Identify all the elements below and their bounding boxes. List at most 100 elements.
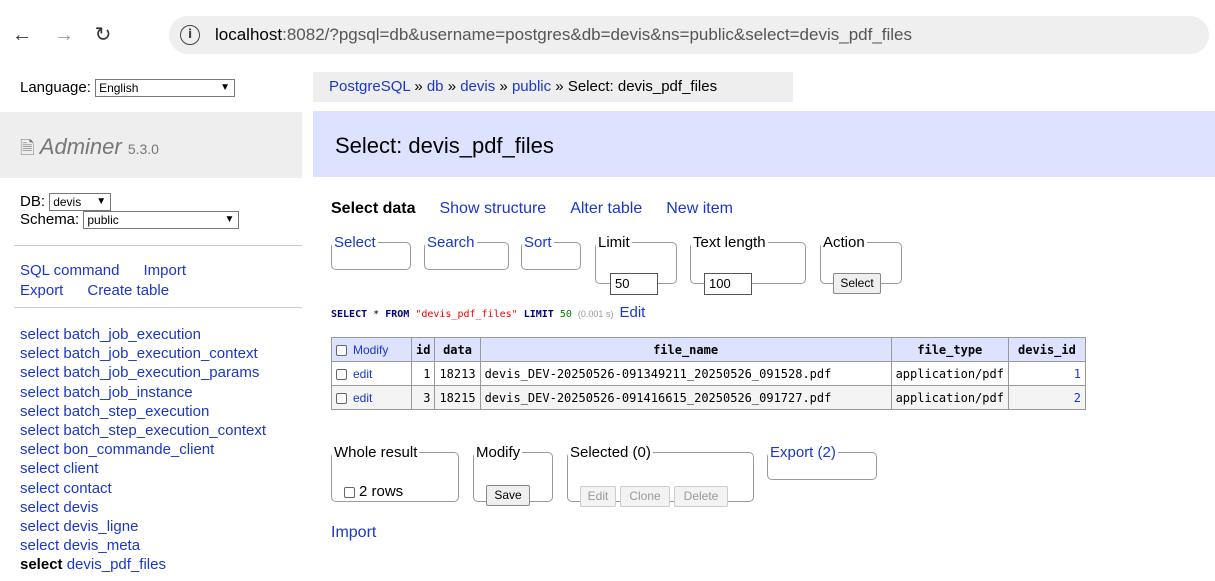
- sidebar-item-client[interactable]: select client: [20, 459, 302, 478]
- sql-keyword: SELECT: [331, 309, 368, 320]
- select-fieldset[interactable]: Select: [331, 234, 411, 270]
- language-select[interactable]: English ▼: [95, 79, 236, 98]
- back-icon[interactable]: ←: [10, 22, 34, 48]
- breadcrumb-public[interactable]: public: [512, 78, 551, 95]
- adminer-logo[interactable]: 🗎 Adminer 5.3.0: [20, 134, 159, 166]
- export-link[interactable]: Export: [20, 282, 63, 299]
- select-link[interactable]: select: [20, 326, 59, 343]
- edit-row-link[interactable]: edit: [353, 367, 372, 381]
- devis-id-link[interactable]: 2: [1074, 391, 1081, 405]
- edit-selected-button[interactable]: Edit: [580, 486, 616, 507]
- select-link[interactable]: select: [20, 480, 59, 497]
- page-header: Select: devis_pdf_files: [313, 111, 1215, 177]
- select-link[interactable]: select: [20, 441, 59, 458]
- reload-icon[interactable]: ↻: [91, 22, 115, 48]
- table-name-link[interactable]: client: [63, 460, 98, 477]
- table-name-link[interactable]: batch_job_instance: [63, 384, 192, 401]
- schema-select[interactable]: public ▼: [83, 211, 240, 230]
- select-button[interactable]: Select: [833, 273, 881, 294]
- delete-button[interactable]: Delete: [674, 486, 728, 507]
- select-link[interactable]: select: [20, 364, 59, 381]
- sidebar-item-devis-meta[interactable]: select devis_meta: [20, 536, 302, 555]
- table-name-link[interactable]: contact: [63, 480, 111, 497]
- table-name-link[interactable]: batch_step_execution: [63, 403, 209, 420]
- select-link[interactable]: select: [20, 556, 63, 573]
- column-header-file-type[interactable]: file_type: [917, 343, 982, 357]
- select-link[interactable]: select: [20, 537, 59, 554]
- column-header-id[interactable]: id: [416, 343, 430, 357]
- export-link[interactable]: Export (2): [770, 444, 836, 461]
- sql-command-link[interactable]: SQL command: [20, 262, 120, 279]
- table-name-link[interactable]: bon_commande_client: [63, 441, 214, 458]
- column-header-data[interactable]: data: [443, 343, 472, 357]
- db-select[interactable]: devis ▼: [49, 193, 112, 212]
- select-link[interactable]: select: [20, 403, 59, 420]
- clone-button[interactable]: Clone: [620, 486, 670, 507]
- sidebar-item-batch-job-execution[interactable]: select batch_job_execution: [20, 325, 302, 344]
- import-link[interactable]: Import: [144, 262, 187, 279]
- table-name-link[interactable]: batch_job_execution: [63, 326, 201, 343]
- column-header-devis-id[interactable]: devis_id: [1018, 343, 1076, 357]
- select-link[interactable]: select: [20, 499, 59, 516]
- import-data-link[interactable]: Import: [331, 524, 376, 542]
- sidebar-item-batch-job-instance[interactable]: select batch_job_instance: [20, 383, 302, 402]
- create-table-link[interactable]: Create table: [87, 282, 169, 299]
- sort-fieldset[interactable]: Sort: [521, 234, 581, 270]
- breadcrumb-db[interactable]: db: [427, 78, 444, 95]
- url-text[interactable]: localhost:8082/?pgsql=db&username=postgr…: [215, 25, 912, 45]
- select-link[interactable]: select: [20, 345, 59, 362]
- select-link[interactable]: select: [20, 384, 59, 401]
- sidebar-item-contact[interactable]: select contact: [20, 479, 302, 498]
- search-fieldset[interactable]: Search: [424, 234, 509, 270]
- tab-alter-table[interactable]: Alter table: [570, 200, 642, 217]
- export-fieldset[interactable]: Export (2): [767, 444, 877, 480]
- row-checkbox[interactable]: [336, 392, 347, 404]
- address-bar[interactable]: i localhost:8082/?pgsql=db&username=post…: [169, 16, 1209, 54]
- forward-icon[interactable]: →: [52, 22, 76, 48]
- table-name-link[interactable]: batch_step_execution_context: [63, 422, 266, 439]
- sort-link[interactable]: Sort: [524, 234, 552, 251]
- site-info-icon[interactable]: i: [180, 25, 200, 45]
- cell-id: 3: [410, 385, 436, 410]
- sidebar-item-devis-pdf-files[interactable]: select devis_pdf_files: [20, 555, 302, 574]
- column-header[interactable]: id: [410, 337, 436, 362]
- row-checkbox[interactable]: [336, 368, 347, 380]
- select-link[interactable]: select: [20, 460, 59, 477]
- sidebar-item-batch-step-execution-context[interactable]: select batch_step_execution_context: [20, 421, 302, 440]
- chevron-down-icon: ▼: [96, 196, 107, 208]
- column-header[interactable]: data: [434, 337, 481, 362]
- select-link[interactable]: select: [20, 422, 59, 439]
- sidebar-item-batch-job-execution-context[interactable]: select batch_job_execution_context: [20, 344, 302, 363]
- sidebar-item-devis[interactable]: select devis: [20, 498, 302, 517]
- select-link[interactable]: select: [20, 518, 59, 535]
- column-header[interactable]: file_name: [479, 337, 892, 362]
- text-length-input[interactable]: 100: [704, 273, 752, 295]
- limit-input[interactable]: 50: [610, 273, 658, 295]
- tab-show-structure[interactable]: Show structure: [439, 200, 546, 217]
- breadcrumb-devis[interactable]: devis: [460, 78, 495, 95]
- devis-id-link[interactable]: 1: [1074, 367, 1081, 381]
- whole-result-checkbox[interactable]: [344, 486, 355, 498]
- table-name-link[interactable]: devis_meta: [63, 537, 140, 554]
- sidebar-item-batch-step-execution[interactable]: select batch_step_execution: [20, 402, 302, 421]
- select-columns-link[interactable]: Select: [334, 234, 376, 251]
- sidebar-item-batch-job-execution-params[interactable]: select batch_job_execution_params: [20, 363, 302, 382]
- select-all-checkbox[interactable]: [336, 344, 347, 356]
- edit-row-link[interactable]: edit: [353, 391, 372, 405]
- save-button[interactable]: Save: [486, 485, 530, 506]
- column-header-file-name[interactable]: file_name: [653, 343, 718, 357]
- table-name-link[interactable]: batch_job_execution_params: [63, 364, 259, 381]
- edit-query-link[interactable]: Edit: [619, 304, 645, 321]
- table-name-link[interactable]: batch_job_execution_context: [63, 345, 257, 362]
- table-name-link[interactable]: devis: [63, 499, 98, 516]
- table-name-link[interactable]: devis_ligne: [63, 518, 138, 535]
- column-header[interactable]: devis_id: [1007, 337, 1086, 362]
- sidebar-item-devis-ligne[interactable]: select devis_ligne: [20, 517, 302, 536]
- search-link[interactable]: Search: [427, 234, 475, 251]
- column-header[interactable]: file_type: [890, 337, 1009, 362]
- tab-new-item[interactable]: New item: [666, 200, 733, 217]
- breadcrumb-postgresql[interactable]: PostgreSQL: [329, 78, 410, 95]
- modify-header-label[interactable]: Modify: [353, 343, 388, 357]
- table-name-link[interactable]: devis_pdf_files: [67, 556, 166, 573]
- sidebar-item-bon-commande-client[interactable]: select bon_commande_client: [20, 440, 302, 459]
